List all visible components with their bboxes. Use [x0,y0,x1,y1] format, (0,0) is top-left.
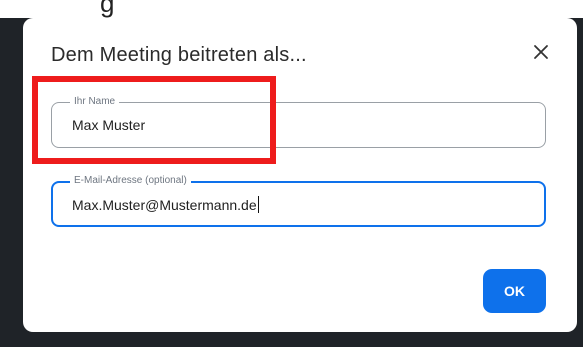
email-input-wrapper[interactable]: Max.Muster@Mustermann.de [72,196,532,213]
name-input[interactable]: Max Muster [72,117,532,133]
cropped-text-fragment: g [100,0,115,18]
close-button[interactable] [529,40,553,64]
close-icon [534,45,548,59]
name-field-label: Ihr Name [70,95,120,109]
name-field[interactable]: Ihr Name Max Muster [51,95,546,148]
dialog-title: Dem Meeting beitreten als... [51,44,307,66]
email-input[interactable]: Max.Muster@Mustermann.de [72,197,257,213]
email-field-label: E-Mail-Adresse (optional) [70,174,191,188]
top-strip: g [0,0,583,18]
email-field[interactable]: E-Mail-Adresse (optional) Max.Muster@Mus… [51,174,546,227]
ok-button[interactable]: OK [483,269,546,313]
text-caret [257,196,259,213]
screenshot: g Dem Meeting beitreten als... Ihr Name … [0,0,583,347]
join-meeting-dialog: Dem Meeting beitreten als... Ihr Name Ma… [23,18,577,332]
